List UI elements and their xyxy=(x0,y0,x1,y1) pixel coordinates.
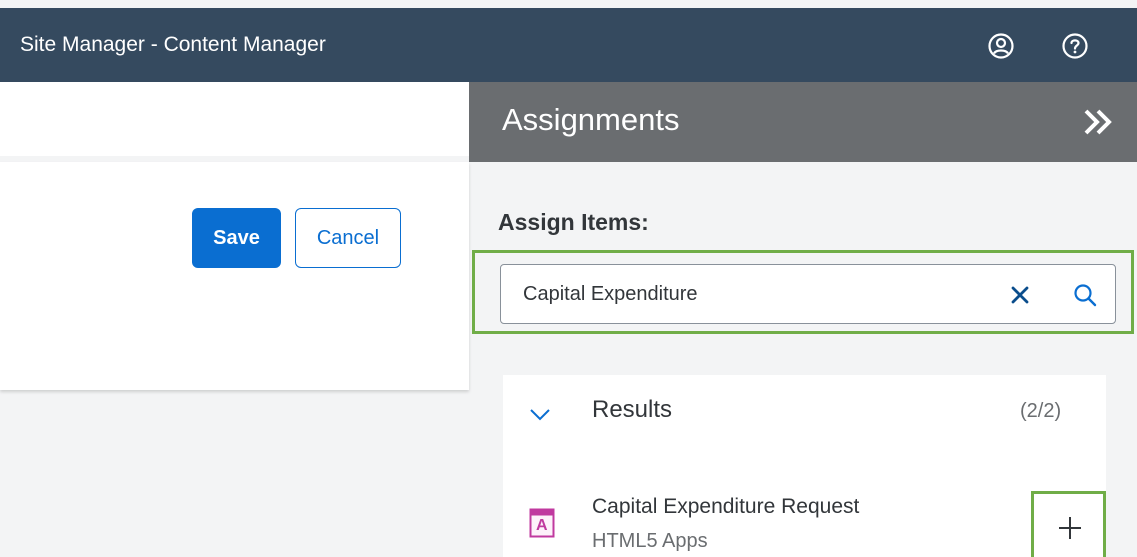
assign-items-label: Assign Items: xyxy=(498,209,649,235)
search-icon[interactable] xyxy=(1072,282,1098,308)
result-item-type: HTML5 Apps xyxy=(592,530,708,552)
plus-icon[interactable] xyxy=(1058,516,1082,540)
shell-header: Site Manager - Content Manager xyxy=(0,8,1137,82)
app-title: Site Manager - Content Manager xyxy=(20,33,326,56)
panel-title: Assignments xyxy=(502,102,680,137)
search-input[interactable]: Capital Expenditure xyxy=(500,264,1116,324)
clear-icon[interactable] xyxy=(1009,284,1031,306)
user-profile-icon[interactable] xyxy=(987,32,1015,60)
save-button[interactable]: Save xyxy=(192,208,281,268)
cancel-button[interactable]: Cancel xyxy=(295,208,401,268)
chevron-down-icon[interactable] xyxy=(529,408,551,422)
app-icon-letter: A xyxy=(536,517,548,534)
add-item-button[interactable] xyxy=(1031,491,1106,557)
page-header-area xyxy=(0,82,469,156)
results-label[interactable]: Results xyxy=(592,396,672,424)
result-item-title: Capital Expenditure Request xyxy=(592,495,860,518)
results-list: Results (2/2) A Capital Expenditure Requ… xyxy=(503,375,1106,557)
search-input-value[interactable]: Capital Expenditure xyxy=(523,283,698,306)
results-count: (2/2) xyxy=(1020,400,1062,422)
assignments-panel-header: Assignments xyxy=(469,82,1137,162)
help-icon[interactable] xyxy=(1061,32,1089,60)
page-content-area xyxy=(0,162,469,390)
collapse-panel-icon[interactable] xyxy=(1081,106,1117,138)
